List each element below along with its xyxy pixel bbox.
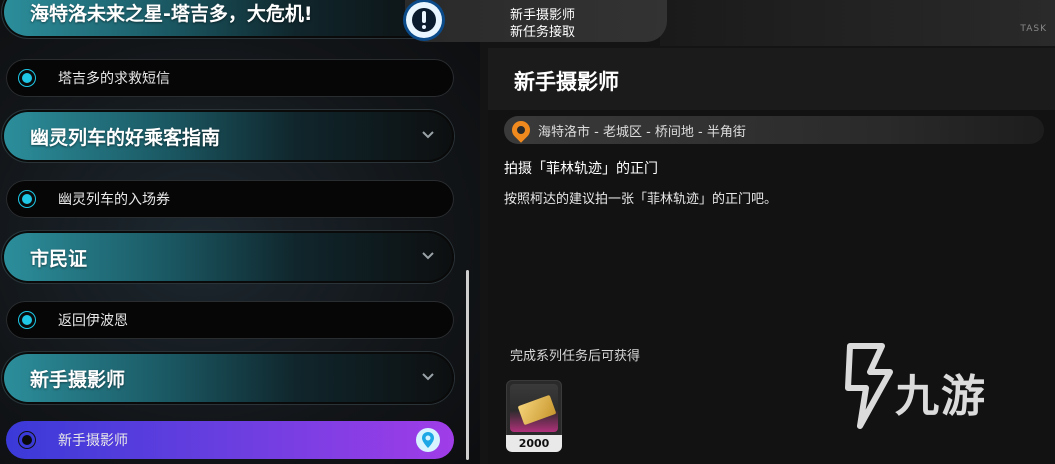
chevron-down-icon[interactable] — [420, 248, 436, 264]
location-bar[interactable]: 海特洛市 - 老城区 - 桥间地 - 半角街 — [504, 116, 1044, 144]
quest-item-4-active[interactable]: 新手摄影师 — [6, 421, 454, 459]
list-scrollbar[interactable] — [466, 270, 469, 460]
chevron-down-icon[interactable] — [420, 369, 436, 385]
panel-header: 新手摄影师 — [488, 48, 1055, 110]
quest-description: 按照柯达的建议拍一张「菲林轨迹」的正门吧。 — [504, 192, 778, 207]
quest-item-2[interactable]: 幽灵列车的入场券 — [6, 180, 454, 218]
quest-group-3[interactable]: 市民证 — [2, 231, 454, 283]
quest-group-label: 市民证 — [30, 247, 88, 270]
reward-label: 完成系列任务后可获得 — [510, 349, 641, 364]
status-dot — [22, 73, 32, 83]
ticket-icon — [510, 384, 558, 432]
map-pin-icon[interactable] — [416, 428, 440, 452]
quest-list: 海特洛未来之星-塔吉多，大危机! 塔吉多的求救短信 幽灵列车的好乘客指南 幽灵列… — [0, 0, 460, 464]
quest-title: 新手摄影师 — [514, 70, 619, 94]
notice-subtitle: 新任务接取 — [510, 25, 576, 40]
location-pin-icon — [508, 117, 534, 143]
quest-group-1[interactable]: 海特洛未来之星-塔吉多，大危机! — [2, 0, 454, 38]
quest-group-4[interactable]: 新手摄影师 — [2, 352, 454, 404]
exclamation-icon — [406, 2, 442, 38]
location-text: 海特洛市 - 老城区 - 桥间地 - 半角街 — [538, 124, 746, 140]
quest-group-label: 海特洛未来之星-塔吉多，大危机! — [30, 2, 313, 25]
quest-group-label: 幽灵列车的好乘客指南 — [30, 126, 221, 149]
quest-item-1[interactable]: 塔吉多的求救短信 — [6, 59, 454, 97]
quest-group-label: 新手摄影师 — [30, 368, 126, 391]
quest-item-label: 幽灵列车的入场券 — [58, 192, 170, 208]
reward-count: 2000 — [506, 435, 562, 452]
quest-item-label: 新手摄影师 — [58, 433, 128, 449]
top-tag: TASK — [1020, 24, 1047, 34]
status-dot — [22, 315, 32, 325]
reward-card[interactable]: 2000 — [506, 380, 562, 452]
quest-item-3[interactable]: 返回伊波恩 — [6, 301, 454, 339]
quest-objective: 拍摄「菲林轨迹」的正门 — [504, 161, 658, 177]
quest-item-label: 塔吉多的求救短信 — [58, 71, 170, 87]
quest-group-2[interactable]: 幽灵列车的好乘客指南 — [2, 110, 454, 162]
status-dot — [22, 194, 32, 204]
status-dot — [22, 435, 32, 445]
top-strip: TASK — [660, 0, 1055, 46]
watermark-text: 九游 — [895, 371, 987, 422]
chevron-down-icon[interactable] — [420, 127, 436, 143]
ticket-shape — [517, 394, 557, 426]
quest-item-label: 返回伊波恩 — [58, 313, 128, 329]
